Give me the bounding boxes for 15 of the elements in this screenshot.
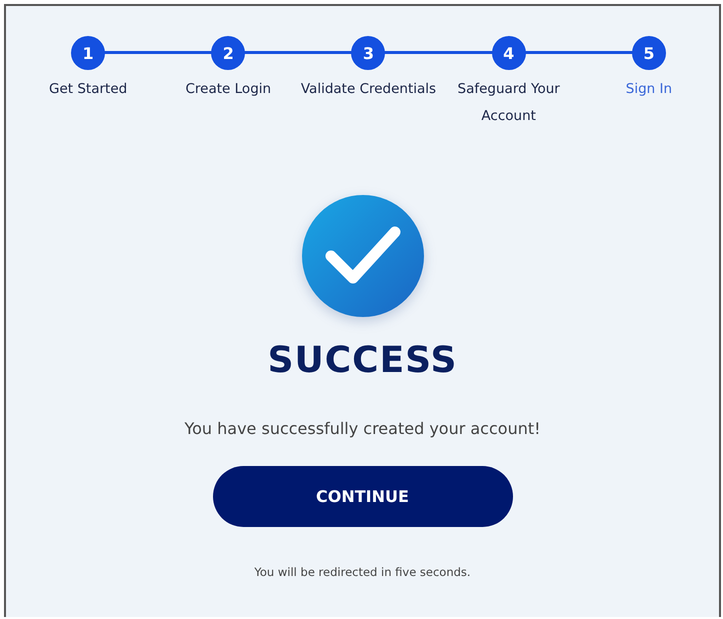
step-number: 5 <box>632 36 666 70</box>
step-label: Safeguard Your Account <box>456 80 561 126</box>
success-message: You have successfully created your account! <box>184 419 541 438</box>
step-number: 2 <box>211 36 246 70</box>
step-label: Get Started <box>48 80 128 99</box>
step-label: Create Login <box>186 80 272 99</box>
step-label: Validate Credentials <box>300 80 436 99</box>
success-heading: SUCCESS <box>268 340 458 381</box>
step-number: 3 <box>351 36 386 70</box>
redirect-notice: You will be redirected in five seconds. <box>254 565 471 579</box>
continue-button[interactable]: CONTINUE <box>212 466 512 527</box>
step-number: 1 <box>71 36 106 70</box>
step-number: 4 <box>492 36 526 70</box>
step-label: Sign In <box>626 80 672 99</box>
checkmark-icon <box>300 194 424 318</box>
